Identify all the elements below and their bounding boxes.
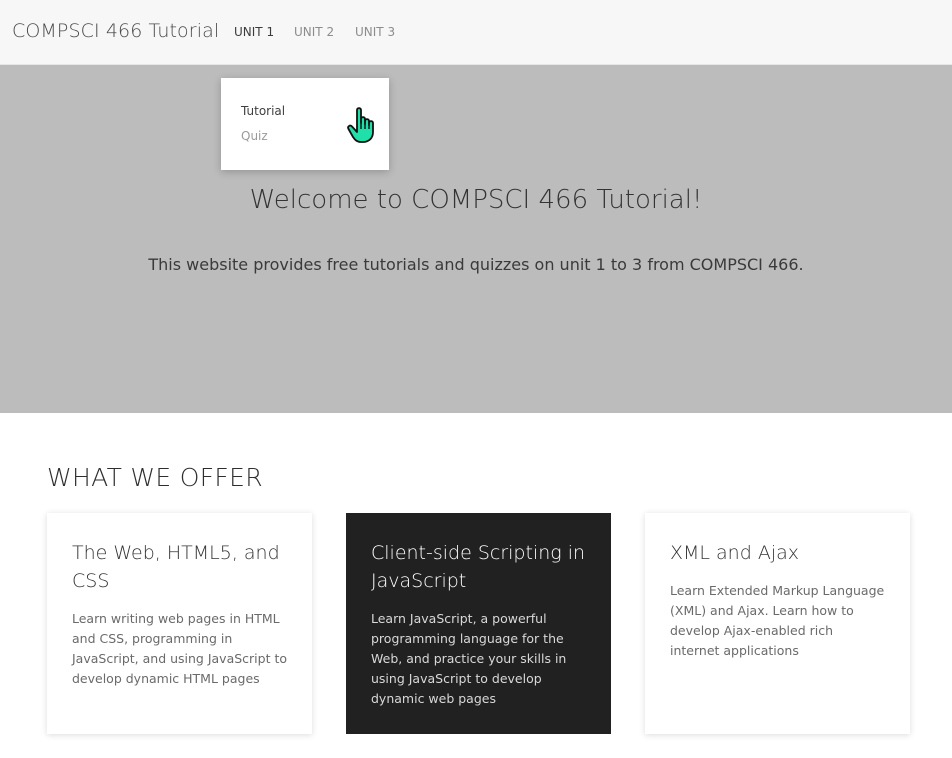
card-title: The Web, HTML5, and CSS [72, 542, 280, 592]
section-heading-what-we-offer: WHAT WE OFFER [47, 463, 263, 492]
card-title: XML and Ajax [670, 542, 799, 564]
hero-description: This website provides free tutorials and… [148, 255, 804, 274]
nav-item-unit-2[interactable]: UNIT 2 [294, 25, 334, 39]
card-description: Learn Extended Markup Language (XML) and… [670, 583, 885, 658]
hero-title: Welcome to COMPSCI 466 Tutorial! [249, 185, 703, 215]
hand-pointer-icon [347, 107, 374, 143]
offer-card-xml-ajax[interactable]: XML and Ajax Learn Extended Markup Langu… [645, 513, 910, 734]
top-navbar: COMPSCI 466 Tutorial UNIT 1 UNIT 2 UNIT … [0, 0, 952, 65]
dropdown-item-quiz[interactable]: Quiz [241, 129, 268, 143]
nav-item-unit-1[interactable]: UNIT 1 [234, 25, 274, 39]
offer-card-javascript[interactable]: Client-side Scripting in JavaScript Lear… [346, 513, 611, 734]
offer-card-web-html5-css[interactable]: The Web, HTML5, and CSS Learn writing we… [47, 513, 312, 734]
card-description: Learn JavaScript, a powerful programming… [371, 611, 567, 706]
dropdown-item-tutorial[interactable]: Tutorial [241, 104, 285, 118]
hero-banner: Welcome to COMPSCI 466 Tutorial! This we… [0, 65, 952, 413]
nav-item-unit-3[interactable]: UNIT 3 [355, 25, 395, 39]
card-description: Learn writing web pages in HTML and CSS,… [72, 611, 288, 686]
card-title: Client-side Scripting in JavaScript [371, 542, 586, 592]
site-brand[interactable]: COMPSCI 466 Tutorial [12, 20, 219, 42]
